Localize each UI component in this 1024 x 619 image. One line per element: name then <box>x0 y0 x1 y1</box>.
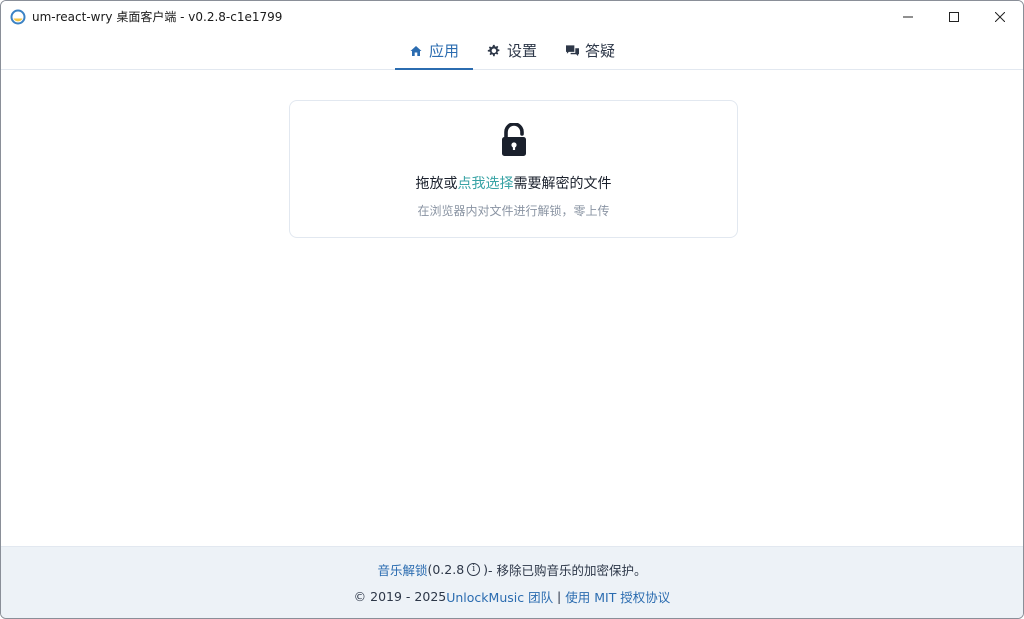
app-name-link[interactable]: 音乐解锁 <box>377 560 427 579</box>
tab-app-label: 应用 <box>428 42 459 60</box>
main-tabs: 应用 设置 答疑 <box>1 32 1023 70</box>
tab-faq-label: 答疑 <box>585 42 616 60</box>
app-logo-icon <box>10 9 26 25</box>
maximize-icon <box>949 11 959 22</box>
tab-settings-label: 设置 <box>506 42 537 60</box>
home-icon <box>409 44 423 58</box>
chat-icon <box>565 44 579 58</box>
tagline-text: - 移除已购音乐的加密保护。 <box>488 562 647 578</box>
close-icon <box>995 11 1005 22</box>
minimize-button[interactable] <box>885 1 931 32</box>
window-controls <box>885 1 1023 32</box>
window-title: um-react-wry 桌面客户端 - v0.2.8-c1e1799 <box>32 10 283 24</box>
copyright-text: © 2019 - 2025 <box>353 588 447 604</box>
title-bar[interactable]: um-react-wry 桌面客户端 - v0.2.8-c1e1799 <box>1 1 1023 32</box>
file-drop-zone[interactable]: 拖放或点我选择需要解密的文件 在浏览器内对文件进行解锁，零上传 <box>289 100 738 238</box>
drop-zone-title: 拖放或点我选择需要解密的文件 <box>416 173 612 193</box>
footer: 音乐解锁 (0.2.8 i ) - 移除已购音乐的加密保护。 © 2019 - … <box>1 546 1023 618</box>
drop-zone-subtitle: 在浏览器内对文件进行解锁，零上传 <box>417 204 610 218</box>
select-file-link[interactable]: 点我选择 <box>458 176 514 192</box>
footer-copyright-row: © 2019 - 2025 UnlockMusic 团队 | 使用 MIT 授权… <box>354 587 671 606</box>
close-button[interactable] <box>977 1 1023 32</box>
tab-faq[interactable]: 答疑 <box>551 32 629 69</box>
footer-version-row: 音乐解锁 (0.2.8 i ) - 移除已购音乐的加密保护。 <box>377 560 646 579</box>
separator: | <box>553 588 566 604</box>
license-link[interactable]: 使用 MIT 授权协议 <box>565 587 670 606</box>
app-window: um-react-wry 桌面客户端 - v0.2.8-c1e1799 应用 设… <box>0 0 1024 619</box>
tab-settings[interactable]: 设置 <box>473 32 551 69</box>
team-link[interactable]: UnlockMusic 团队 <box>446 587 553 606</box>
info-icon[interactable]: i <box>467 562 481 576</box>
version-text: (0.2.8 <box>427 561 465 577</box>
maximize-button[interactable] <box>931 1 977 32</box>
gear-icon <box>487 44 501 58</box>
drop-title-suffix: 需要解密的文件 <box>513 176 612 192</box>
tab-app[interactable]: 应用 <box>394 32 473 70</box>
drop-title-prefix: 拖放或 <box>415 176 458 192</box>
minimize-icon <box>903 16 913 17</box>
unlock-icon <box>501 123 526 156</box>
